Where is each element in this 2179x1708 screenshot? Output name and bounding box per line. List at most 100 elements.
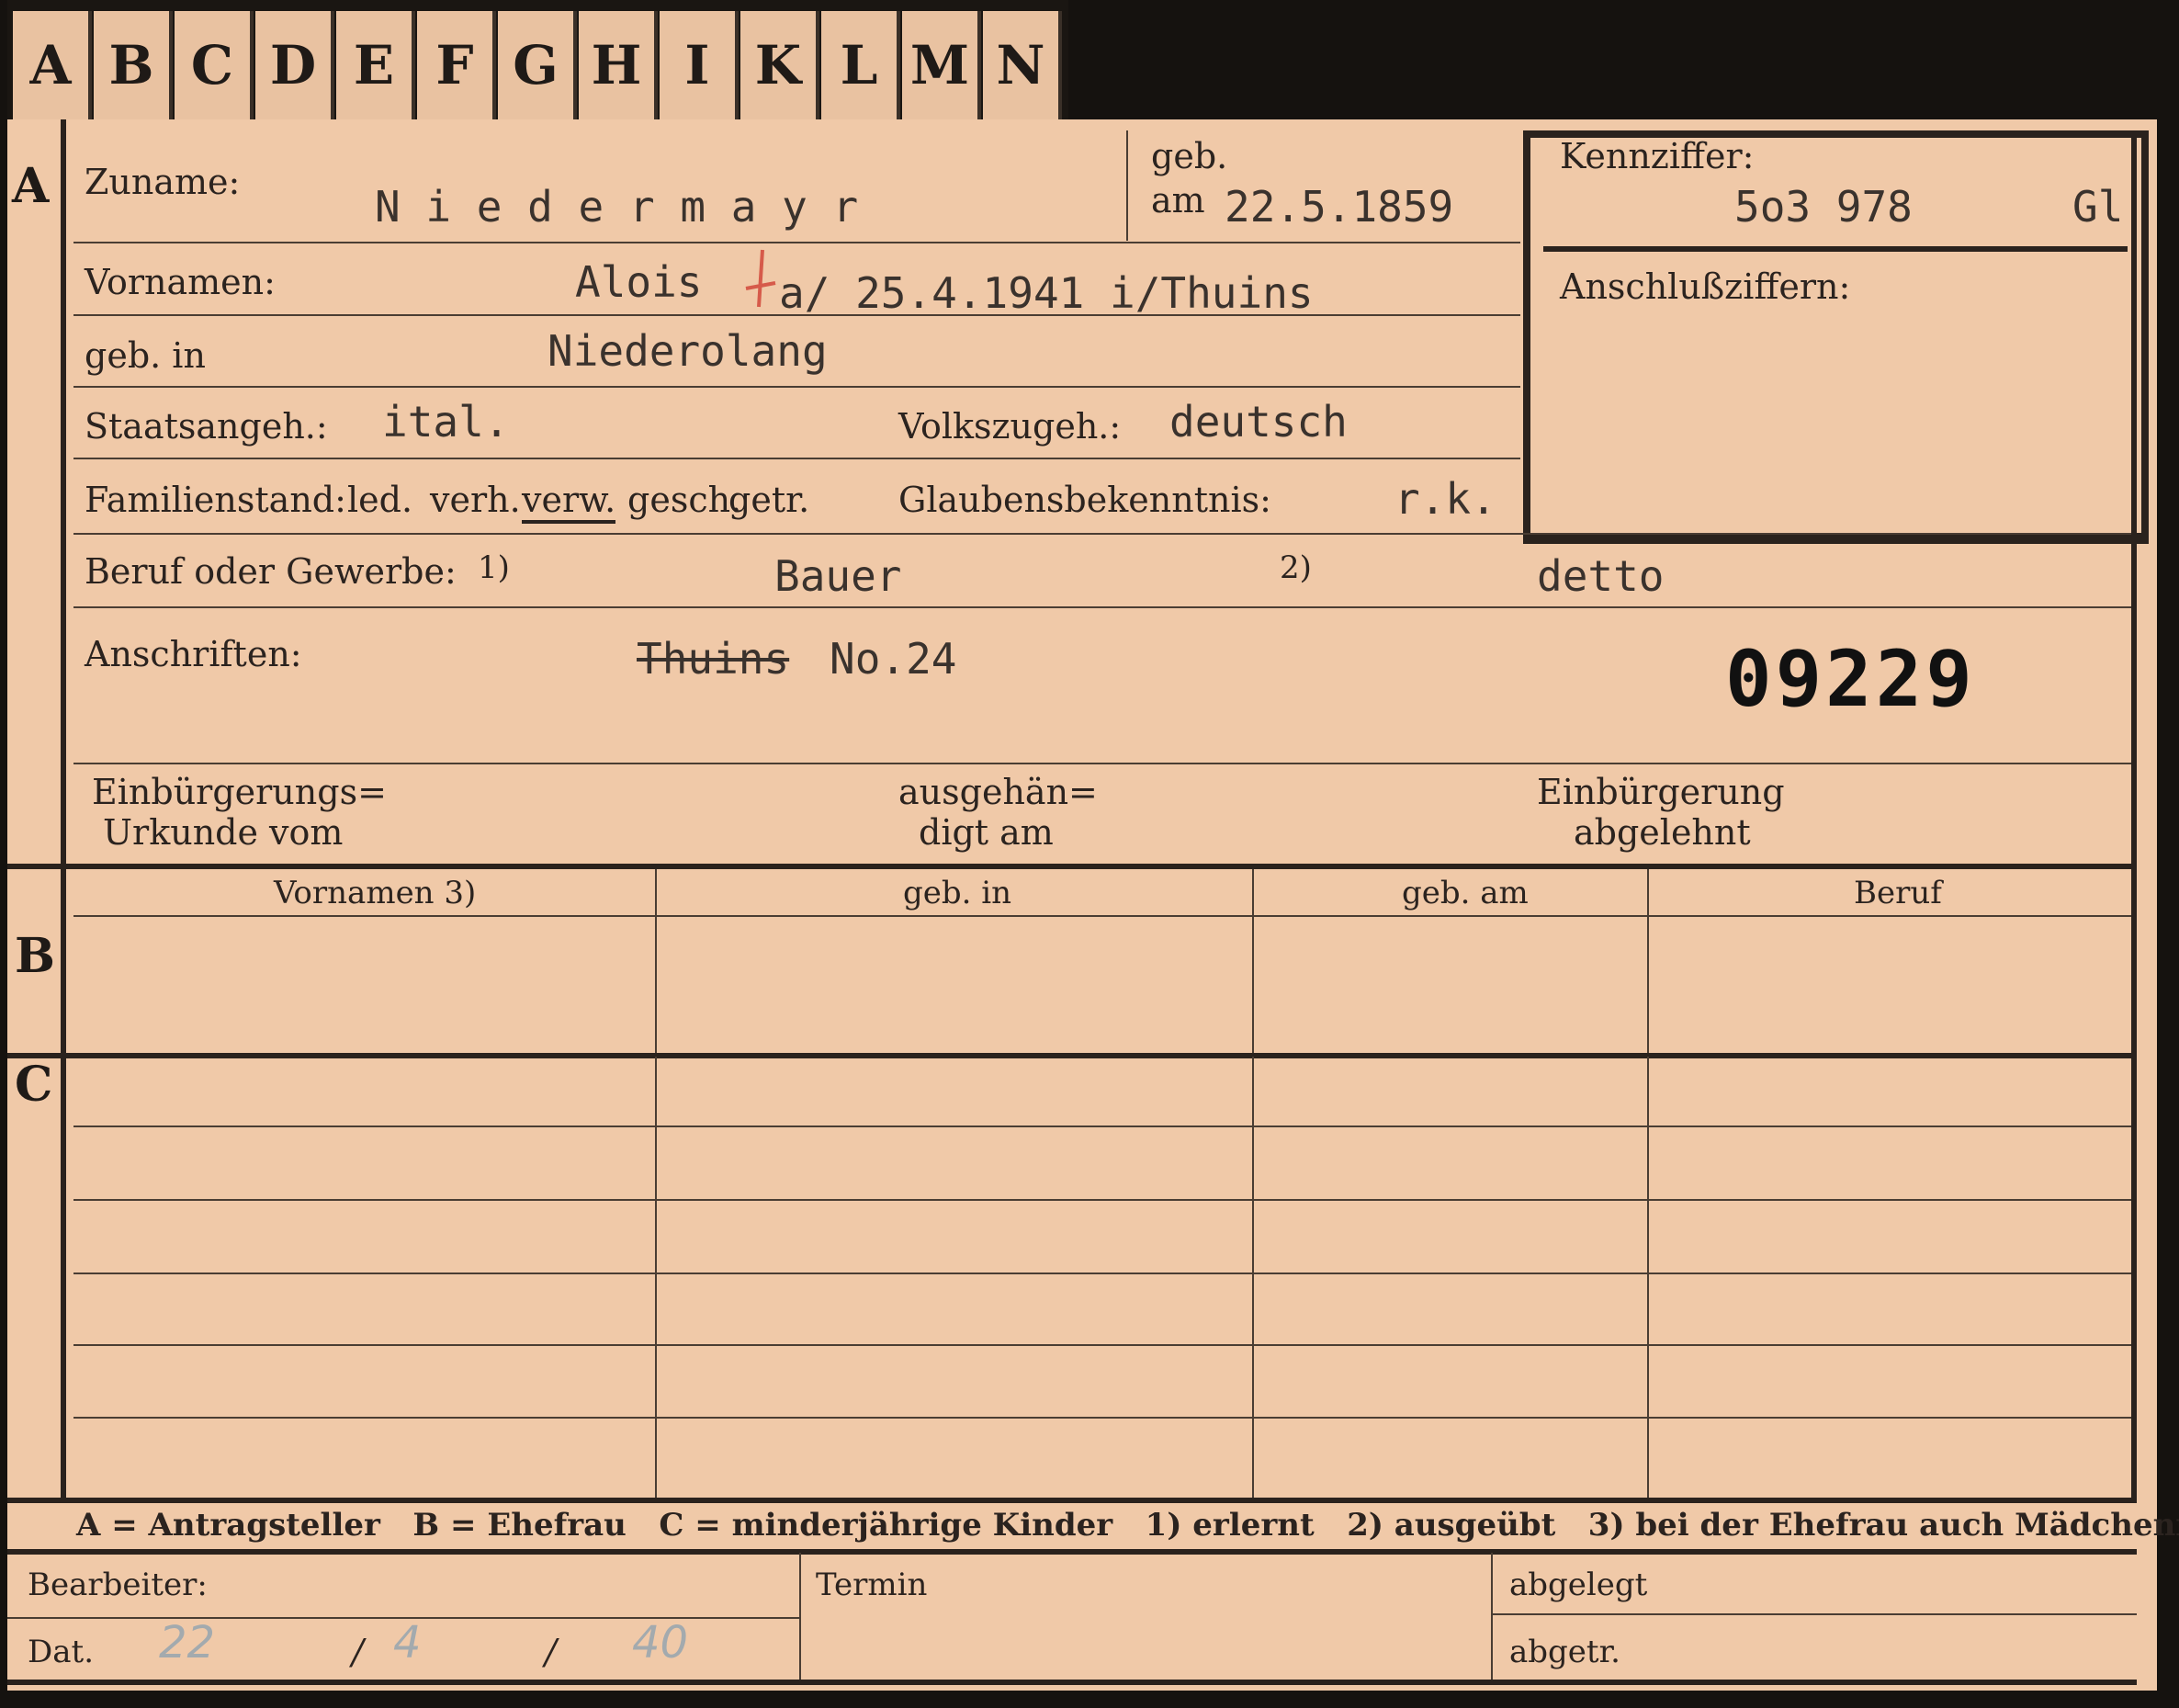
legend: A = Antragsteller B = Ehefrau C = minder…	[76, 1507, 2179, 1544]
anschlussziffern-label: Anschlußziffern:	[1560, 266, 1851, 307]
termin-label: Termin	[816, 1567, 928, 1603]
anschriften-value: No.24	[830, 634, 957, 684]
col-divider	[1647, 1057, 1649, 1502]
volkszugeh-value: deutsch	[1169, 397, 1348, 447]
row-line	[73, 458, 1520, 459]
dat-day: 22	[159, 1617, 216, 1668]
b-col-beruf: Beruf	[1854, 875, 1942, 911]
geb-label: geb.	[1151, 136, 1228, 176]
col-divider	[1252, 1057, 1254, 1502]
footer-divider	[1491, 1553, 1493, 1681]
tab-b[interactable]: B	[94, 11, 173, 119]
kennziffer-divider	[1543, 246, 2128, 252]
beruf-footnote-2: 2)	[1280, 549, 1312, 586]
vornamen-label: Vornamen:	[85, 262, 276, 302]
tab-k[interactable]: K	[740, 11, 819, 119]
stamped-number: 09229	[1725, 634, 1976, 724]
gebin-label: geb. in	[85, 335, 206, 376]
einbuergerung-label-2: Urkunde vom	[103, 812, 344, 853]
abgelehnt-label-1: Einbürgerung	[1537, 772, 1785, 812]
col-divider	[655, 1057, 657, 1502]
geb-divider	[1126, 130, 1128, 241]
dat-label: Dat.	[28, 1634, 95, 1670]
section-a-marker: A	[12, 158, 50, 214]
kennziffer-suffix: Gl	[2072, 182, 2124, 232]
row-line	[73, 763, 2131, 764]
tab-i[interactable]: I	[660, 11, 739, 119]
familienstand-option-verw-selected: verw.	[522, 480, 616, 524]
staatsangeh-label: Staatsangeh.:	[85, 406, 328, 447]
dat-year: 40	[632, 1617, 689, 1668]
familienstand-option-gesch: gesch.	[627, 480, 742, 520]
right-border	[2131, 130, 2137, 1502]
tab-h[interactable]: H	[579, 11, 658, 119]
marker-column-divider	[61, 119, 66, 1502]
tab-c[interactable]: C	[175, 11, 254, 119]
kennziffer-label: Kennziffer:	[1560, 136, 1755, 176]
gebin-value: Niederolang	[548, 326, 828, 376]
einbuergerung-label-1: Einbürgerungs=	[92, 772, 387, 812]
c-row-line	[73, 1344, 2131, 1346]
tab-f[interactable]: F	[417, 11, 496, 119]
familienstand-label: Familienstand:	[85, 480, 346, 520]
footer-line	[1491, 1613, 2137, 1615]
alphabet-tabs: ABCDEFGHIKLMN	[7, 0, 1068, 119]
anschriften-label: Anschriften:	[85, 634, 302, 674]
zuname-value: N i e d e r m a y r	[375, 182, 859, 232]
tab-g[interactable]: G	[498, 11, 577, 119]
row-line	[73, 533, 2131, 535]
tab-n[interactable]: N	[983, 11, 1062, 119]
ausgehaendigt-label-2: digt am	[919, 812, 1054, 853]
bearbeiter-label: Bearbeiter:	[28, 1567, 208, 1603]
section-c-marker: C	[15, 1057, 53, 1113]
b-col-vornamen: Vornamen 3)	[274, 875, 477, 911]
tab-d[interactable]: D	[255, 11, 334, 119]
geb-am-label: am	[1151, 180, 1205, 221]
row-line	[73, 606, 2131, 608]
abgetr-label: abgetr.	[1509, 1634, 1620, 1670]
legend-top-border	[7, 1498, 2137, 1503]
footer-bottom-border	[7, 1680, 2137, 1685]
beruf-value-ausgeuebt: detto	[1537, 551, 1665, 601]
abgelehnt-label-2: abgelehnt	[1574, 812, 1751, 853]
beruf-label: Beruf oder Gewerbe:	[85, 551, 457, 592]
c-row-line	[73, 1273, 2131, 1274]
familienstand-option-verh: verh.	[430, 480, 521, 520]
vornamen-value: Alois	[575, 257, 703, 307]
geb-date-value: 22.5.1859	[1225, 182, 1454, 232]
footer-divider	[799, 1553, 801, 1681]
b-col-gebam: geb. am	[1402, 875, 1529, 911]
tab-e[interactable]: E	[336, 11, 415, 119]
section-b-top-border	[7, 864, 2131, 869]
beruf-footnote-1: 1)	[478, 549, 510, 586]
b-col-gebin: geb. in	[903, 875, 1012, 911]
card-background-top	[1068, 28, 2157, 119]
ausgehaendigt-label-1: ausgehän=	[898, 772, 1098, 812]
row-line	[73, 386, 1520, 388]
staatsangeh-value: ital.	[382, 397, 510, 447]
dat-slash-1: /	[352, 1632, 364, 1672]
kennziffer-value: 5o3 978	[1734, 182, 1913, 232]
familienstand-option-led: led.	[347, 480, 413, 520]
b-header-line	[73, 915, 2131, 917]
beruf-value-erlernt: Bauer	[774, 551, 902, 601]
tab-m[interactable]: M	[902, 11, 981, 119]
dat-slash-2: /	[545, 1632, 557, 1672]
c-row-line	[73, 1125, 2131, 1127]
row-line	[73, 242, 1520, 243]
dat-month: 4	[393, 1617, 422, 1668]
red-cross-mark	[745, 249, 776, 308]
tab-a[interactable]: A	[13, 11, 92, 119]
section-b-marker: B	[15, 928, 55, 984]
glaubensbekenntnis-value: r.k.	[1394, 474, 1496, 524]
anschriften-value-struck: Thuins	[637, 634, 790, 684]
legend-bottom-border	[7, 1549, 2137, 1555]
death-note-value: a/ 25.4.1941 i/Thuins	[779, 268, 1314, 318]
c-row-line	[73, 1199, 2131, 1201]
c-row-line	[73, 1417, 2131, 1419]
volkszugeh-label: Volkszugeh.:	[898, 406, 1122, 447]
zuname-label: Zuname:	[85, 162, 241, 202]
tab-l[interactable]: L	[821, 11, 900, 119]
glaubensbekenntnis-label: Glaubensbekenntnis:	[898, 480, 1271, 520]
registration-card: A Zuname: N i e d e r m a y r geb. am 22…	[7, 119, 2179, 1691]
